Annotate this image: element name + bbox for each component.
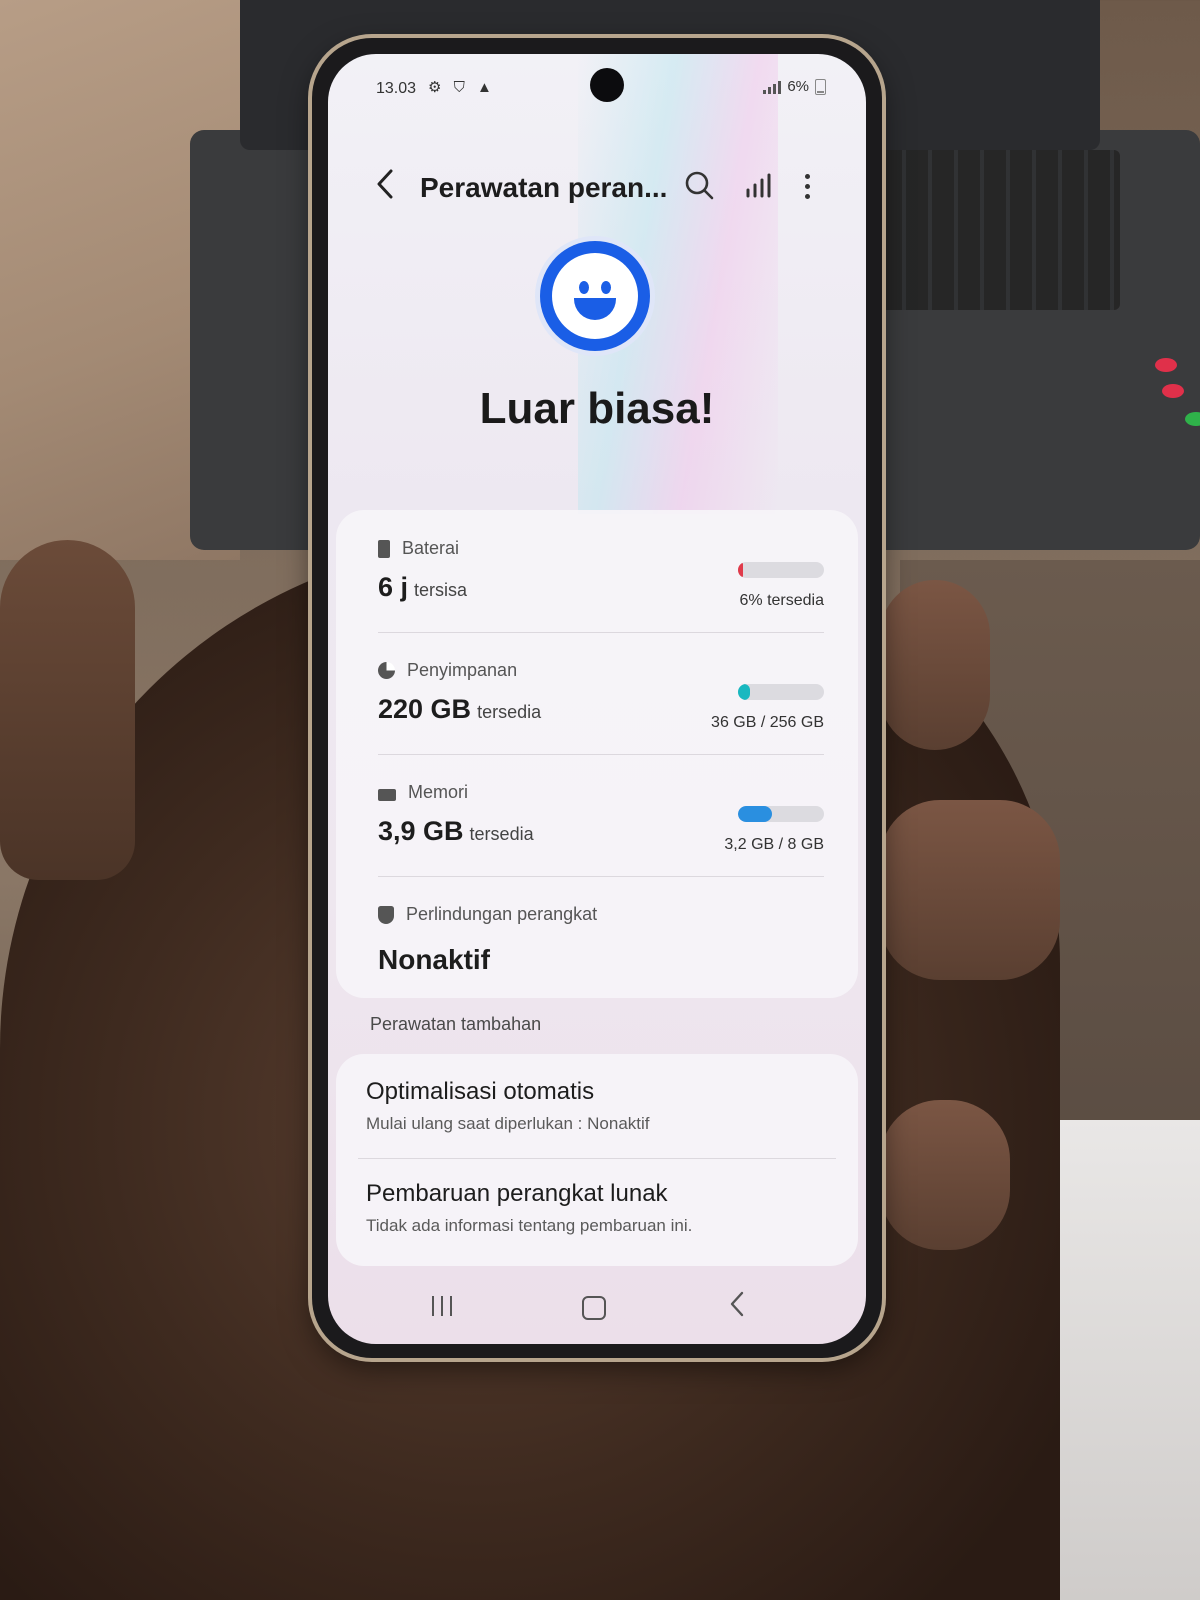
memory-caption: 3,2 GB / 8 GB (724, 836, 824, 853)
shield-icon (378, 905, 394, 924)
thumb (0, 540, 135, 880)
battery-value: 6 j (378, 572, 409, 602)
green-led (1185, 412, 1200, 426)
storage-value-suffix: tersedia (477, 702, 542, 722)
chevron-left-icon (377, 169, 393, 199)
memory-value-suffix: tersedia (469, 824, 534, 844)
extra-care-card: Optimalisasi otomatis Mulai ulang saat d… (336, 1054, 858, 1266)
back-button[interactable] (368, 164, 402, 204)
storage-label: Penyimpanan (407, 660, 518, 680)
protection-value: Nonaktif (378, 944, 490, 975)
page-title: Perawatan peran... (420, 172, 668, 203)
more-vert-icon (804, 173, 810, 179)
auto-optimization-desc: Mulai ulang saat diperlukan : Nonaktif (366, 1114, 650, 1133)
recent-apps-icon (432, 1296, 434, 1316)
device-protection-row[interactable]: Perlindungan perangkat Nonaktif (336, 876, 858, 998)
software-update-item[interactable]: Pembaruan perangkat lunak Tidak ada info… (366, 1180, 836, 1236)
battery-label: Baterai (402, 538, 460, 558)
search-button[interactable] (680, 166, 720, 206)
red-led (1162, 384, 1184, 398)
stats-button[interactable] (738, 166, 778, 206)
search-icon (685, 171, 714, 200)
auto-optimization-title: Optimalisasi otomatis (366, 1078, 595, 1105)
battery-value-suffix: tersisa (414, 580, 468, 600)
battery-bar (738, 562, 824, 578)
protection-label: Perlindungan perangkat (406, 904, 598, 924)
battery-percent: 6% (787, 78, 809, 95)
section-title-extra-care: Perawatan tambahan (370, 1014, 542, 1034)
status-headline: Luar biasa! (479, 384, 715, 433)
software-update-desc: Tidak ada informasi tentang pembaruan in… (366, 1216, 693, 1235)
memory-bar (738, 806, 824, 822)
storage-value: 220 GB (378, 694, 472, 724)
back-icon (730, 1291, 744, 1317)
app-bar: Perawatan peran... (328, 154, 866, 214)
storage-bar (738, 684, 824, 700)
status-notification-icons: ⚙ ⛉ ▲ (428, 79, 496, 96)
finger (880, 800, 1060, 980)
battery-bar-fill (738, 562, 744, 578)
storage-bar-fill (738, 684, 751, 700)
software-update-title: Pembaruan perangkat lunak (366, 1180, 668, 1207)
status-right: 6% (763, 78, 826, 95)
status-face (535, 236, 655, 356)
front-camera (590, 68, 624, 102)
status-time: 13.03 (376, 80, 417, 97)
smiley-face-icon (540, 241, 650, 351)
memory-value: 3,9 GB (378, 816, 464, 846)
pie-chart-icon (378, 662, 395, 679)
phone: 13.03 ⚙ ⛉ ▲ 6% Perawatan peran... Luar b… (312, 38, 882, 1358)
laptop-keyboard (880, 150, 1120, 310)
memory-chip-icon (378, 788, 396, 801)
finger (880, 1100, 1010, 1250)
home-button[interactable] (582, 1296, 606, 1320)
storage-row[interactable]: Penyimpanan 220 GB tersedia 36 GB / 256 G… (336, 632, 858, 754)
signal-icon (763, 80, 782, 94)
finger (880, 580, 990, 750)
status-card: Baterai 6 j tersisa 6% tersedia Penyimpan… (336, 510, 858, 998)
bar-chart-icon (746, 173, 771, 198)
memory-label: Memori (408, 782, 469, 802)
auto-optimization-item[interactable]: Optimalisasi otomatis Mulai ulang saat d… (366, 1078, 836, 1134)
battery-caption: 6% tersedia (739, 592, 825, 609)
device-care-screen: 13.03 ⚙ ⛉ ▲ 6% Perawatan peran... Luar b… (328, 54, 866, 1344)
battery-icon (378, 539, 390, 558)
memory-row[interactable]: Memori 3,9 GB tersedia 3,2 GB / 8 GB (336, 754, 858, 876)
more-options-button[interactable] (794, 166, 820, 206)
divider (358, 1158, 836, 1159)
navigation-bar (328, 1282, 866, 1344)
storage-caption: 36 GB / 256 GB (711, 714, 824, 731)
recent-apps-button[interactable] (432, 1296, 452, 1316)
memory-bar-fill (738, 806, 773, 822)
battery-row[interactable]: Baterai 6 j tersisa 6% tersedia (336, 510, 858, 632)
back-nav-button[interactable] (728, 1290, 746, 1325)
red-led (1155, 358, 1177, 372)
battery-icon (815, 78, 826, 95)
